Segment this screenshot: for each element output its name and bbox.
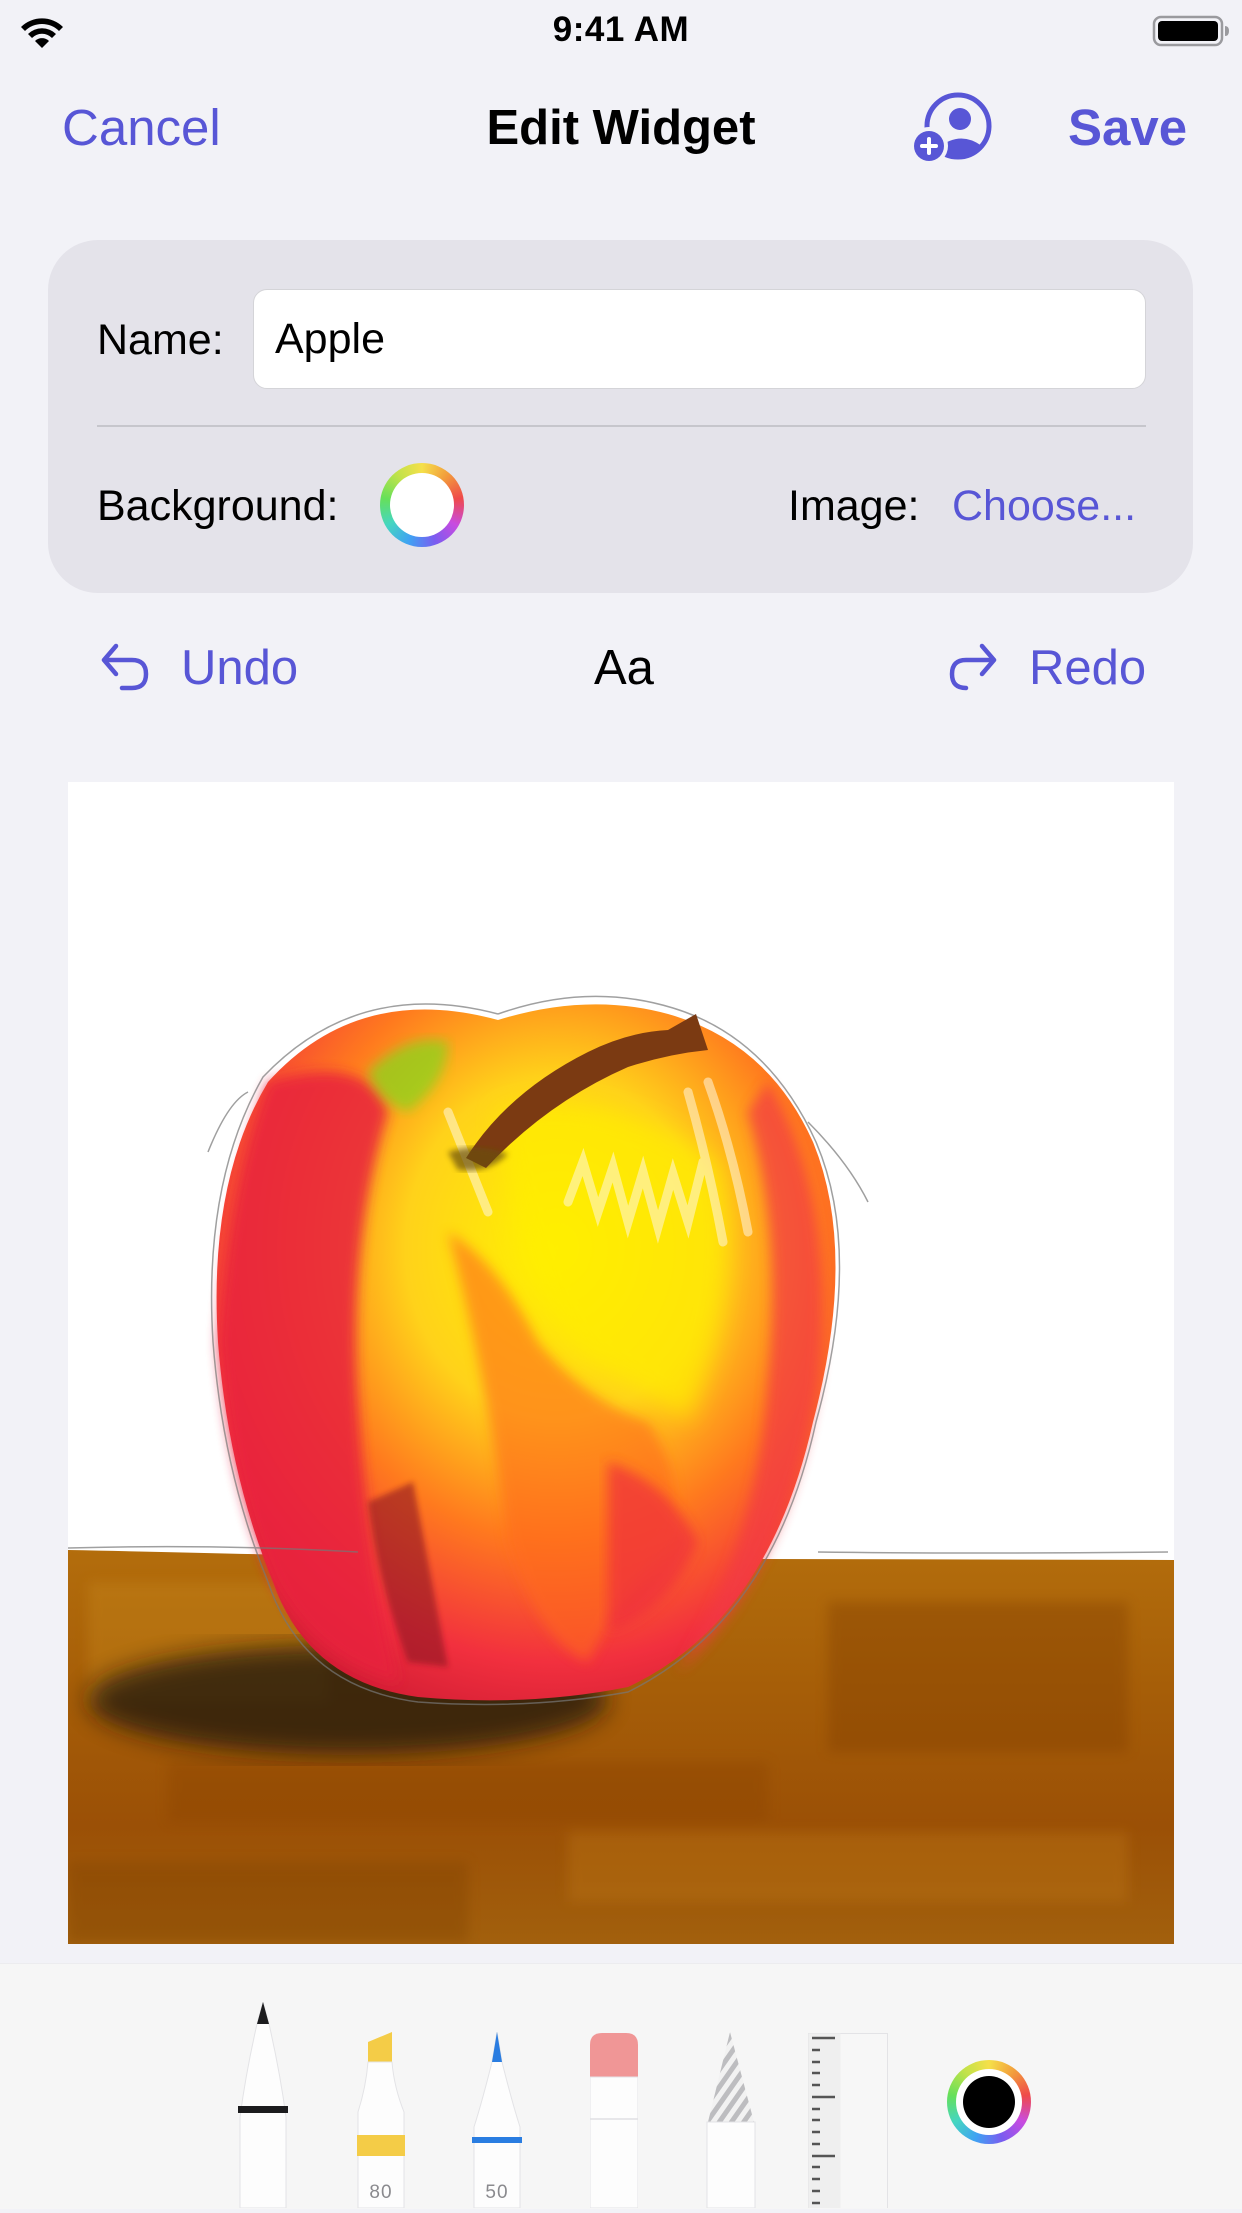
- save-button[interactable]: Save: [1068, 98, 1187, 158]
- ruler-tool[interactable]: [808, 2033, 888, 2209]
- image-label: Image:: [788, 482, 920, 530]
- background-label: Background:: [97, 482, 339, 530]
- page-title-text: Edit Widget: [486, 101, 756, 155]
- add-person-icon[interactable]: [910, 90, 994, 166]
- marker-tool[interactable]: 80: [356, 2032, 406, 2209]
- eraser-tool[interactable]: [589, 2033, 639, 2209]
- apple-drawing: [68, 995, 1174, 1944]
- redo-button[interactable]: Redo: [1029, 640, 1146, 696]
- pencil-opacity-label: 50: [485, 2182, 509, 2203]
- undo-button[interactable]: Undo: [181, 640, 298, 696]
- name-label: Name:: [97, 316, 224, 364]
- background-color-well[interactable]: [380, 463, 464, 547]
- marker-opacity-label: 80: [369, 2182, 393, 2203]
- current-color-picker[interactable]: [947, 2060, 1031, 2144]
- lasso-tool[interactable]: [706, 2032, 756, 2209]
- choose-image-button[interactable]: Choose...: [952, 481, 1136, 531]
- cancel-button[interactable]: Cancel: [62, 98, 221, 158]
- pencil-tool[interactable]: 50: [472, 2031, 522, 2209]
- pen-tool[interactable]: [238, 2000, 288, 2209]
- status-time: 9:41 AM: [552, 10, 690, 49]
- name-input[interactable]: [253, 289, 1146, 389]
- form-divider: [97, 425, 1146, 427]
- battery-icon: [1152, 14, 1232, 48]
- drawing-canvas[interactable]: [68, 782, 1174, 1944]
- undo-arrow-icon[interactable]: [98, 642, 152, 694]
- redo-arrow-icon[interactable]: [946, 642, 1000, 694]
- text-format-button[interactable]: Aa: [594, 640, 654, 696]
